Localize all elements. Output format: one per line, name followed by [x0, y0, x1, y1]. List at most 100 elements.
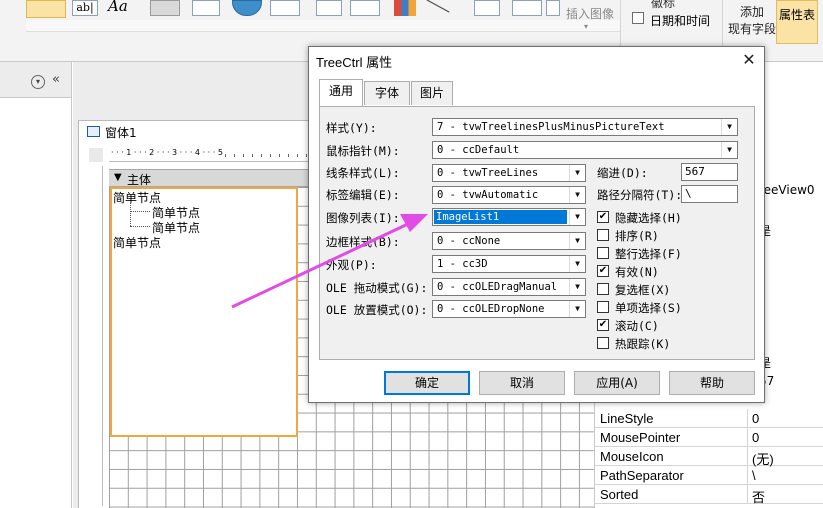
sort-label: 排序(R): [615, 229, 659, 243]
close-icon[interactable]: ✕: [737, 49, 761, 71]
ole-drop-value: 0 - ccOLEDropNone: [437, 303, 545, 315]
indent-input[interactable]: 567: [681, 163, 738, 181]
treectrl-properties-dialog: TreeCtrl 属性 ✕ 通用 字体 图片 样式(Y): 7 - tvwTre…: [308, 46, 765, 403]
web-browser-control-icon[interactable]: [270, 0, 300, 16]
property-divider: [747, 447, 748, 466]
path-separator-input[interactable]: \: [681, 185, 738, 203]
hide-selection-checkbox[interactable]: ✔: [597, 211, 609, 223]
form-tab-title: 窗体1: [105, 126, 137, 140]
option-group-icon[interactable]: [512, 0, 542, 16]
property-row-linestyle[interactable]: LineStyle 0: [595, 409, 823, 428]
style-label: 样式(Y):: [326, 121, 377, 135]
chevron-down-icon[interactable]: ▼: [721, 119, 737, 135]
ole-drop-label: OLE 放置模式(O):: [326, 303, 428, 317]
list-control-icon[interactable]: [316, 0, 342, 16]
select-arrow-icon[interactable]: [26, 0, 66, 18]
image-list-select[interactable]: ImageList1 ▼: [432, 208, 586, 226]
line-style-value: 0 - tvwTreeLines: [437, 167, 539, 179]
navigation-pane-header: ▾ «: [0, 62, 71, 98]
path-separator-label: 路径分隔符(T):: [597, 188, 683, 202]
property-value: reeView0: [759, 183, 815, 197]
chevron-down-icon[interactable]: ▼: [569, 165, 585, 181]
tab-control-icon[interactable]: [192, 0, 220, 16]
property-row-sorted[interactable]: Sorted 否: [595, 485, 823, 505]
property-row-mousepointer[interactable]: MousePointer 0: [595, 428, 823, 447]
full-row-select-checkbox[interactable]: [597, 247, 609, 259]
property-row-pathseparator[interactable]: PathSeparator \: [595, 466, 823, 485]
apply-button[interactable]: 应用(A): [574, 371, 660, 395]
navigation-pane: ▾ «: [0, 62, 72, 508]
property-name: MousePointer: [600, 430, 681, 445]
ole-drag-select[interactable]: 0 - ccOLEDragManual ▼: [432, 278, 586, 296]
appearance-value: 1 - cc3D: [437, 258, 488, 270]
line-style-label: 线条样式(L):: [326, 166, 400, 180]
border-style-select[interactable]: 0 - ccNone ▼: [432, 232, 586, 250]
hyperlink-globe-icon[interactable]: [232, 0, 262, 16]
chevron-down-icon[interactable]: ▼: [569, 279, 585, 295]
text-control-icon[interactable]: Aa: [108, 0, 136, 16]
chart-control-icon[interactable]: [394, 0, 416, 16]
indent-label: 缩进(D):: [597, 166, 648, 180]
chevron-down-icon[interactable]: ▼: [569, 233, 585, 249]
date-time-button[interactable]: 日期和时间: [650, 12, 710, 29]
nav-menu-chevron-icon[interactable]: ▾: [31, 75, 45, 89]
enabled-label: 有效(N): [615, 265, 659, 279]
border-style-value: 0 - ccNone: [437, 235, 501, 247]
chevron-down-icon[interactable]: ▼: [569, 256, 585, 272]
image-list-label: 图像列表(I):: [326, 211, 400, 225]
single-select-label: 单项选择(S): [615, 301, 682, 315]
chevron-down-icon: ▾: [584, 22, 589, 31]
property-value: 0: [752, 430, 760, 445]
mouse-pointer-value: 0 - ccDefault: [437, 144, 520, 156]
add-existing-fields-button[interactable]: 添加 现有字段: [728, 4, 776, 38]
ribbon-divider: [722, 0, 723, 50]
chevron-down-icon[interactable]: ▼: [569, 301, 585, 317]
sort-checkbox[interactable]: [597, 229, 609, 241]
enabled-checkbox[interactable]: ✔: [597, 265, 609, 277]
logo-button[interactable]: 徽标: [651, 0, 675, 11]
help-button[interactable]: 帮助: [669, 371, 755, 395]
tree-control[interactable]: 简单节点 简单节点 简单节点 简单节点: [110, 187, 298, 437]
property-row-mouseicon[interactable]: MouseIcon (无): [595, 447, 823, 467]
hot-tracking-checkbox[interactable]: [597, 337, 609, 349]
button-control-icon[interactable]: [150, 0, 180, 16]
style-select[interactable]: 7 - tvwTreelinesPlusMinusPictureText ▼: [432, 118, 738, 136]
ribbon-divider: [620, 0, 621, 50]
combo-control-icon[interactable]: [350, 0, 380, 16]
tab-general[interactable]: 通用: [319, 79, 363, 106]
chevron-down-icon[interactable]: ▼: [569, 209, 585, 225]
appearance-select[interactable]: 1 - cc3D ▼: [432, 255, 586, 273]
cancel-button[interactable]: 取消: [479, 371, 565, 395]
hide-selection-label: 隐藏选择(H): [615, 211, 682, 225]
form-tab[interactable]: 窗体1: [79, 121, 319, 143]
property-sheet-button[interactable]: 属性表: [776, 0, 818, 44]
single-select-checkbox[interactable]: [597, 301, 609, 313]
line-control-icon[interactable]: [429, 0, 465, 14]
insert-image-button[interactable]: 插入图像: [566, 5, 614, 22]
chevron-down-icon[interactable]: ▼: [721, 142, 737, 158]
chevron-down-icon[interactable]: ▼: [569, 187, 585, 203]
full-row-select-label: 整行选择(F): [615, 247, 682, 261]
ole-drag-label: OLE 拖动模式(G):: [326, 281, 428, 295]
tab-picture[interactable]: 图片: [411, 81, 453, 105]
property-divider: [747, 466, 748, 485]
gallery-more-icon[interactable]: [546, 0, 560, 16]
controls-gallery-strip: [26, 20, 620, 32]
ruler-marks: · · · 1 · · · 2 · · · 3 · · · 4 · · · 5: [111, 148, 223, 157]
toggle-control-icon[interactable]: [474, 0, 500, 16]
ok-button[interactable]: 确定: [384, 371, 470, 395]
vertical-ruler[interactable]: [89, 166, 103, 506]
collapse-icon[interactable]: «: [52, 72, 60, 87]
checkboxes-checkbox[interactable]: [597, 283, 609, 295]
mouse-pointer-select[interactable]: 0 - ccDefault ▼: [432, 141, 738, 159]
line-style-select[interactable]: 0 - tvwTreeLines ▼: [432, 164, 586, 182]
tree-node[interactable]: 简单节点: [113, 234, 161, 251]
label-control-icon[interactable]: ab|: [72, 0, 98, 16]
property-divider: [747, 428, 748, 447]
tab-font[interactable]: 字体: [364, 81, 410, 105]
ole-drop-select[interactable]: 0 - ccOLEDropNone ▼: [432, 300, 586, 318]
add-existing-fields-label: 添加 现有字段: [728, 5, 777, 36]
scroll-checkbox[interactable]: ✔: [597, 319, 609, 331]
ruler-corner[interactable]: [89, 148, 103, 162]
label-edit-select[interactable]: 0 - tvwAutomatic ▼: [432, 186, 586, 204]
